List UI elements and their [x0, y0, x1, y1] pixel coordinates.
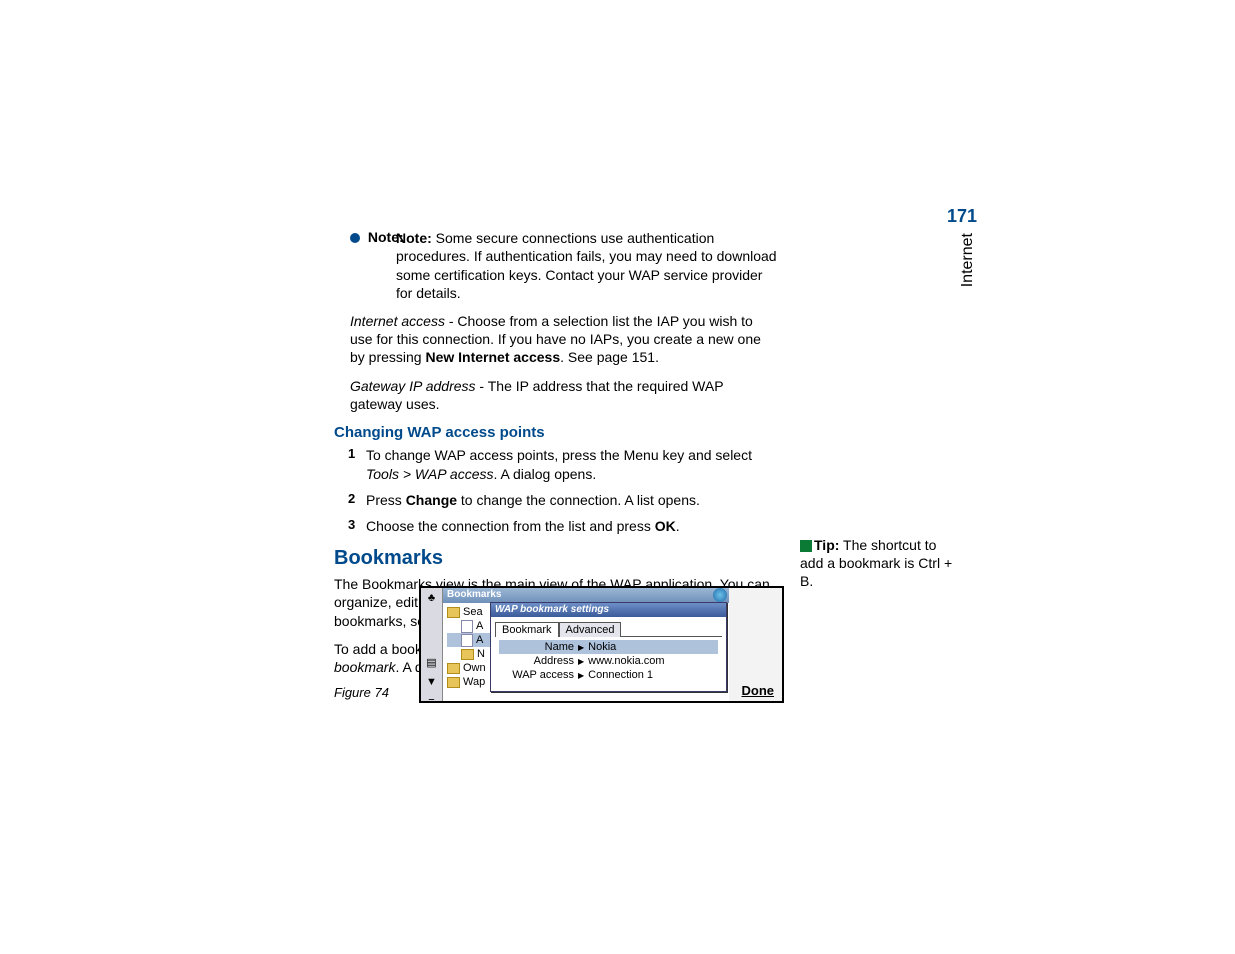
- folder-icon: [461, 649, 474, 660]
- figure-left-toolbar: ♣ ▤ ▼ ≡: [421, 588, 443, 701]
- window-title: Bookmarks: [447, 589, 501, 600]
- step-1: 1 To change WAP access points, press the…: [348, 446, 779, 482]
- folder-icon: [447, 663, 460, 674]
- globe-icon: [713, 588, 727, 602]
- tab-bookmark[interactable]: Bookmark: [495, 622, 559, 637]
- softkey-done[interactable]: Done: [742, 683, 775, 698]
- tip-block: Tip: The shortcut to add a bookmark is C…: [800, 536, 955, 591]
- figure-screenshot: ♣ ▤ ▼ ≡ Done Bookmarks Sea A A N Own Wap: [419, 586, 784, 703]
- folder-icon: [447, 677, 460, 688]
- heading-changing-wap: Changing WAP access points: [334, 423, 779, 443]
- step-3: 3 Choose the connection from the list an…: [348, 517, 779, 535]
- toolbar-icon: ▼: [421, 672, 442, 692]
- arrow-right-icon: ▶: [578, 657, 584, 666]
- note-text: Note: Some secure connections use authen…: [396, 229, 779, 302]
- page-number: 171: [947, 206, 977, 227]
- section-tab-internet: Internet: [959, 233, 977, 287]
- window-titlebar: Bookmarks: [443, 588, 729, 603]
- tab-advanced[interactable]: Advanced: [559, 622, 622, 637]
- figure-right-softkeys: Done: [728, 588, 782, 701]
- arrow-right-icon: ▶: [578, 643, 584, 652]
- gateway-paragraph: Gateway IP address - The IP address that…: [350, 377, 779, 413]
- step-2: 2 Press Change to change the connection.…: [348, 491, 779, 509]
- app-icon: ♣: [421, 588, 442, 608]
- field-name[interactable]: Name ▶ Nokia: [499, 640, 718, 654]
- folder-icon: [447, 607, 460, 618]
- field-wap-access[interactable]: WAP access ▶ Connection 1: [499, 668, 718, 682]
- field-address[interactable]: Address ▶ www.nokia.com: [499, 654, 718, 668]
- tip-bullet-icon: [800, 540, 812, 552]
- note-block: Note: Note: Some secure connections use …: [350, 228, 779, 302]
- toolbar-icon: ▤: [421, 652, 442, 672]
- note-bullet-icon: [350, 233, 360, 243]
- file-icon: [461, 634, 473, 647]
- toolbar-icon: ≡: [421, 692, 442, 703]
- dialog-title: WAP bookmark settings: [491, 603, 726, 617]
- arrow-right-icon: ▶: [578, 671, 584, 680]
- internet-access-paragraph: Internet access - Choose from a selectio…: [350, 312, 779, 367]
- file-icon: [461, 620, 473, 633]
- bookmark-settings-dialog: WAP bookmark settings Bookmark Advanced …: [490, 602, 727, 692]
- heading-bookmarks: Bookmarks: [334, 545, 779, 571]
- figure-caption: Figure 74: [334, 685, 389, 700]
